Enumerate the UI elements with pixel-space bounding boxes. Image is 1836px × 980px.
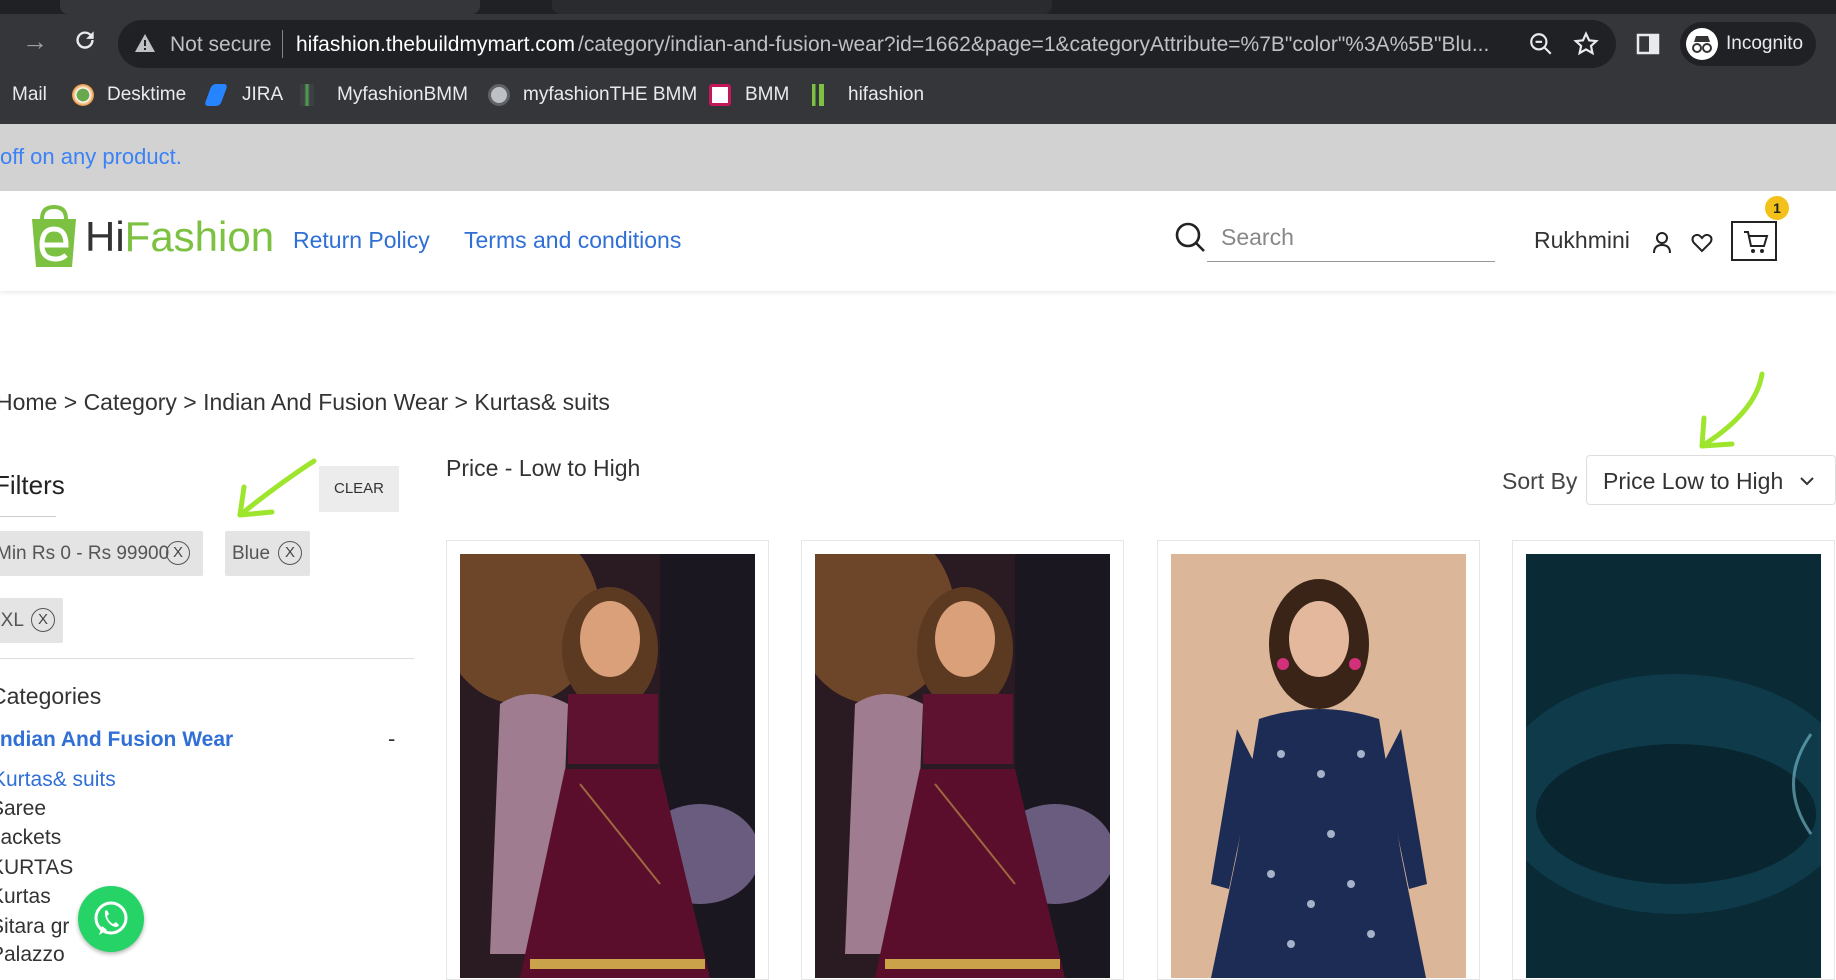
sort-select-value: Price Low to High (1603, 468, 1784, 494)
promo-banner: off on any product. (0, 124, 1836, 191)
hifashion-icon (812, 84, 824, 106)
categories-title: Categories (0, 683, 102, 709)
divider (0, 658, 414, 659)
product-image[interactable] (815, 554, 1110, 978)
heart-icon[interactable] (1691, 233, 1713, 258)
category-item[interactable]: KURTAS (0, 856, 73, 880)
warning-icon[interactable] (134, 33, 156, 58)
tab[interactable] (60, 0, 480, 14)
user-icon[interactable] (1652, 231, 1672, 260)
filter-chip-label: Min Rs 0 - Rs 99900 (0, 543, 170, 564)
tab[interactable] (552, 0, 1052, 14)
category-parent[interactable]: Indian And Fusion Wear (0, 728, 233, 752)
annotation-arrow (237, 458, 317, 518)
product-card[interactable] (1512, 540, 1835, 980)
promo-text[interactable]: off on any product. (0, 144, 182, 170)
remove-filter-icon[interactable]: X (166, 541, 190, 565)
bookmark-bmm[interactable]: BMM (745, 84, 789, 106)
url-path[interactable]: /category/indian-and-fusion-wear?id=1662… (578, 33, 1498, 57)
search-icon[interactable] (1174, 221, 1206, 258)
browser-chrome: → Not secure hifashion.thebuildmymart.co… (0, 0, 1836, 124)
bmm-icon (709, 84, 731, 106)
filter-chip-size: XXL X (0, 598, 63, 643)
tab-strip (0, 0, 1836, 14)
jira-icon (203, 84, 229, 106)
url-domain[interactable]: hifashion.thebuildmymart.com (296, 33, 575, 57)
sort-select[interactable]: Price Low to High (1586, 455, 1836, 505)
forward-icon[interactable]: → (22, 28, 48, 54)
bookmark-jira[interactable]: JIRA (242, 84, 283, 106)
annotation-arrow (1699, 371, 1765, 449)
sort-by-label: Sort By (1502, 468, 1578, 494)
breadcrumb[interactable]: Home > Category > Indian And Fusion Wear… (0, 389, 610, 416)
cart-icon (1743, 230, 1769, 259)
filter-chip-color: Blue X (225, 531, 310, 576)
incognito-label: Incognito (1726, 33, 1804, 54)
zoom-icon[interactable] (1528, 31, 1554, 62)
nav-terms-and-conditions[interactable]: Terms and conditions (464, 227, 681, 254)
side-panel-icon[interactable] (1636, 32, 1660, 61)
whatsapp-chat-button[interactable] (78, 886, 144, 952)
filter-chip-label: XXL (0, 610, 24, 631)
logo-bag-icon[interactable] (28, 204, 80, 271)
desktime-icon (72, 84, 94, 106)
incognito-icon (1686, 28, 1718, 60)
filter-chip-label: Blue (232, 543, 271, 564)
category-item[interactable]: Saree (0, 797, 46, 821)
category-item[interactable]: Kurtas (0, 885, 51, 909)
myfashion-icon (300, 84, 314, 106)
sort-heading: Price - Low to High (446, 455, 641, 481)
reload-icon[interactable] (72, 27, 98, 57)
product-image[interactable] (1526, 554, 1821, 978)
bookmark-myfashionbmm[interactable]: MyfashionBMM (337, 84, 468, 106)
globe-icon (488, 84, 510, 106)
incognito-indicator[interactable]: Incognito (1680, 22, 1816, 66)
bookmarks-bar: Mail Desktime JIRA MyfashionBMM myfashio… (0, 78, 1836, 112)
clear-filters-button[interactable]: CLEAR (319, 466, 399, 512)
bookmark-hifashion[interactable]: hifashion (848, 84, 924, 106)
chevron-down-icon (1799, 474, 1815, 492)
bookmark-myfashion-the-bmm[interactable]: myfashionTHE BMM (523, 84, 697, 106)
category-item-active[interactable]: Kurtas& suits (0, 768, 116, 792)
nav-return-policy[interactable]: Return Policy (293, 227, 430, 254)
category-item[interactable]: Jackets (0, 826, 61, 850)
product-card[interactable] (1157, 540, 1480, 980)
filters-title: Filters (0, 470, 65, 500)
security-label[interactable]: Not secure (170, 33, 272, 57)
category-item[interactable]: Palazzo (0, 943, 65, 967)
bookmark-star-icon[interactable] (1573, 31, 1599, 62)
filter-chip-price: Min Rs 0 - Rs 99900 X (0, 531, 203, 576)
remove-filter-icon[interactable]: X (31, 608, 55, 632)
bookmark-desktime[interactable]: Desktime (107, 84, 186, 106)
product-card[interactable] (801, 540, 1124, 980)
collapse-toggle[interactable]: - (388, 726, 395, 752)
bookmark-mail[interactable]: Mail (12, 84, 47, 106)
product-card[interactable] (446, 540, 769, 980)
user-name[interactable]: Rukhmini (1534, 227, 1630, 254)
site-header: HiFashion Return Policy Terms and condit… (0, 191, 1836, 291)
divider (0, 516, 56, 517)
address-bar[interactable]: Not secure hifashion.thebuildmymart.com … (118, 20, 1616, 68)
category-item[interactable]: Sitara gr (0, 915, 69, 939)
search-input[interactable] (1207, 212, 1477, 251)
product-image[interactable] (460, 554, 755, 978)
search-field[interactable] (1207, 212, 1495, 262)
remove-filter-icon[interactable]: X (278, 541, 302, 565)
divider (282, 30, 283, 58)
cart-button[interactable] (1731, 221, 1777, 261)
product-image[interactable] (1171, 554, 1466, 978)
whatsapp-icon (91, 899, 131, 944)
site-logo-text[interactable]: HiFashion (85, 213, 274, 261)
cart-count-badge: 1 (1765, 196, 1789, 220)
